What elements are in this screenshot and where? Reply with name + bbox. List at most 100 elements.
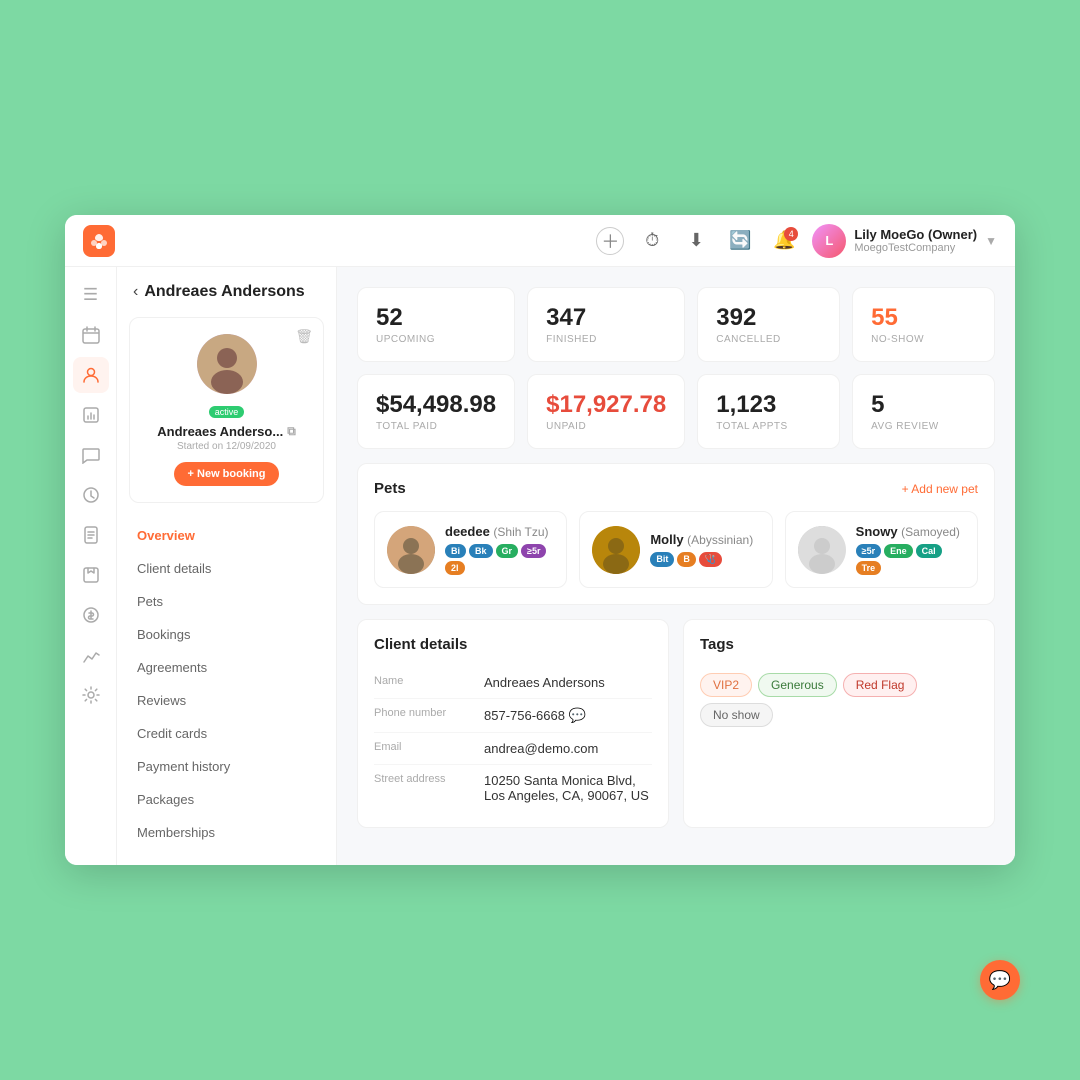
tags-wrap: VIP2 Generous Red Flag No show xyxy=(700,667,978,727)
status-badge: active xyxy=(209,406,245,418)
tag-generous[interactable]: Generous xyxy=(758,673,837,697)
pet-tag: Bi xyxy=(445,544,466,558)
sidebar-reports-icon[interactable] xyxy=(73,397,109,433)
stat-noshow-value: 55 xyxy=(871,304,976,332)
app-window: ＋ ⏱ ⬇ 🔄 🔔 4 L Lily MoeGo (Owner) MoegoTe… xyxy=(65,215,1015,865)
timer-icon-btn[interactable]: ⏱ xyxy=(636,225,668,257)
pet-avatar-deedee xyxy=(387,526,435,574)
stat-upcoming-value: 52 xyxy=(376,304,496,332)
stats-grid: 52 UPCOMING 347 FINISHED 392 CANCELLED 5… xyxy=(357,287,995,449)
nav-item-client-details[interactable]: Client details xyxy=(117,552,336,585)
stat-avg-review-label: AVG REVIEW xyxy=(871,421,976,432)
pet-tag: Tre xyxy=(856,561,882,575)
detail-row-email: Email andrea@demo.com xyxy=(374,733,652,765)
nav-item-reviews[interactable]: Reviews xyxy=(117,684,336,717)
stat-finished-value: 347 xyxy=(546,304,666,332)
nav-item-credit-cards[interactable]: Credit cards xyxy=(117,717,336,750)
pet-card-deedee[interactable]: deedee (Shih Tzu) Bi Bk Gr ≥5r 2l xyxy=(374,511,567,588)
client-profile-card: 🗑 active Andreaes Anderso... ⧉ Sta xyxy=(129,317,324,503)
user-name: Lily MoeGo (Owner) xyxy=(854,227,977,242)
sidebar-calendar-icon[interactable] xyxy=(73,317,109,353)
pet-card-snowy[interactable]: Snowy (Samoyed) ≥5r Ene Cal Tre xyxy=(785,511,978,588)
tag-noshow[interactable]: No show xyxy=(700,703,773,727)
pet-tag: Cal xyxy=(916,544,942,558)
pet-tag: B xyxy=(677,552,696,567)
sidebar-menu-icon[interactable]: ☰ xyxy=(73,277,109,313)
chat-fab-button[interactable]: 💬 xyxy=(980,960,1020,1000)
nav-item-bookings[interactable]: Bookings xyxy=(117,618,336,651)
new-booking-button[interactable]: + New booking xyxy=(174,462,280,486)
pet-name-snowy: Snowy (Samoyed) xyxy=(856,524,965,539)
pet-name-deedee: deedee (Shih Tzu) xyxy=(445,524,554,539)
pet-info-deedee: deedee (Shih Tzu) Bi Bk Gr ≥5r 2l xyxy=(445,524,554,575)
copy-icon[interactable]: ⧉ xyxy=(287,424,296,439)
stat-cancelled: 392 CANCELLED xyxy=(697,287,840,362)
detail-value-address: 10250 Santa Monica Blvd, Los Angeles, CA… xyxy=(484,773,652,803)
stat-avg-review-value: 5 xyxy=(871,391,976,419)
detail-label-email: Email xyxy=(374,741,484,753)
main-content: 52 UPCOMING 347 FINISHED 392 CANCELLED 5… xyxy=(337,267,1015,865)
tags-section-header: Tags xyxy=(700,636,978,653)
pet-tag: Bit xyxy=(650,552,674,567)
left-nav: ‹ Andreaes Andersons 🗑 active xyxy=(117,267,337,865)
bottom-grid: Client details Name Andreaes Andersons P… xyxy=(357,619,995,842)
pet-tags-molly: Bit B 🩺 xyxy=(650,552,759,567)
nav-item-agreements[interactable]: Agreements xyxy=(117,651,336,684)
download-icon-btn[interactable]: ⬇ xyxy=(680,225,712,257)
pet-avatar-molly xyxy=(592,526,640,574)
pet-tags-deedee: Bi Bk Gr ≥5r 2l xyxy=(445,544,554,575)
sidebar-settings-icon[interactable] xyxy=(73,677,109,713)
pets-section: Pets + Add new pet deedee (Shih Tzu) Bi xyxy=(357,463,995,605)
pet-tag: Bk xyxy=(469,544,493,558)
sidebar-analytics-icon[interactable] xyxy=(73,637,109,673)
client-details-section: Client details Name Andreaes Andersons P… xyxy=(357,619,669,828)
client-avatar xyxy=(197,334,257,394)
client-name: Andreaes Anderso... xyxy=(157,424,283,439)
tag-vip2[interactable]: VIP2 xyxy=(700,673,752,697)
add-new-pet-button[interactable]: + Add new pet xyxy=(902,482,978,496)
detail-label-phone: Phone number xyxy=(374,707,484,719)
stat-upcoming-label: UPCOMING xyxy=(376,334,496,345)
stat-unpaid-value: $17,927.78 xyxy=(546,391,666,419)
pet-name-molly: Molly (Abyssinian) xyxy=(650,532,759,547)
stat-avg-review: 5 AVG REVIEW xyxy=(852,374,995,449)
pet-avatar-snowy xyxy=(798,526,846,574)
client-header: ‹ Andreaes Andersons xyxy=(117,283,336,317)
stat-upcoming: 52 UPCOMING xyxy=(357,287,515,362)
detail-value-phone: 857-756-6668 💬 xyxy=(484,707,586,724)
tags-section-title: Tags xyxy=(700,636,734,653)
sidebar-invoices-icon[interactable] xyxy=(73,517,109,553)
tag-redflag[interactable]: Red Flag xyxy=(843,673,918,697)
pet-tag: 2l xyxy=(445,561,465,575)
user-profile[interactable]: L Lily MoeGo (Owner) MoegoTestCompany ▼ xyxy=(812,224,997,258)
nav-item-pets[interactable]: Pets xyxy=(117,585,336,618)
pet-tag: Ene xyxy=(884,544,913,558)
detail-row-name: Name Andreaes Andersons xyxy=(374,667,652,699)
sidebar-packages-icon[interactable] xyxy=(73,557,109,593)
chevron-down-icon: ▼ xyxy=(985,234,997,248)
stat-total-paid-label: TOTAL PAID xyxy=(376,421,496,432)
nav-item-overview[interactable]: Overview xyxy=(117,519,336,552)
sidebar-messages-icon[interactable] xyxy=(73,437,109,473)
app-logo xyxy=(83,225,115,257)
pet-card-molly[interactable]: Molly (Abyssinian) Bit B 🩺 xyxy=(579,511,772,588)
nav-item-memberships[interactable]: Memberships xyxy=(117,816,336,849)
detail-label-name: Name xyxy=(374,675,484,687)
sync-icon-btn[interactable]: 🔄 xyxy=(724,225,756,257)
main-layout: ☰ xyxy=(65,267,1015,865)
avatar-wrap xyxy=(197,334,257,394)
notification-icon-btn[interactable]: 🔔 4 xyxy=(768,225,800,257)
edit-icon[interactable]: 🗑 xyxy=(295,328,313,345)
back-button[interactable]: ‹ xyxy=(133,283,138,301)
nav-item-payment-history[interactable]: Payment history xyxy=(117,750,336,783)
stat-finished-label: FINISHED xyxy=(546,334,666,345)
stat-total-appts-label: TOTAL APPTS xyxy=(716,421,821,432)
user-company: MoegoTestCompany xyxy=(854,242,977,254)
detail-row-address: Street address 10250 Santa Monica Blvd, … xyxy=(374,765,652,811)
sidebar-payroll-icon[interactable] xyxy=(73,597,109,633)
nav-item-packages[interactable]: Packages xyxy=(117,783,336,816)
sidebar-clients-icon[interactable] xyxy=(73,357,109,393)
avatar: L xyxy=(812,224,846,258)
add-button[interactable]: ＋ xyxy=(596,227,624,255)
sidebar-reminders-icon[interactable] xyxy=(73,477,109,513)
